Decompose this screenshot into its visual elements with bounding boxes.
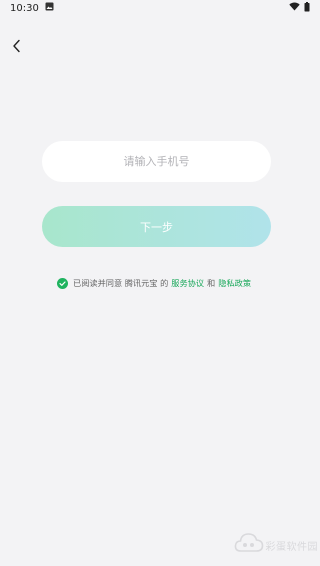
agreement-row: 已阅读并同意 腾讯元宝 的 服务协议 和 隐私政策 (57, 276, 310, 290)
chevron-left-icon (11, 38, 23, 57)
phone-input-container (42, 140, 271, 183)
privacy-policy-link[interactable]: 隐私政策 (218, 277, 251, 289)
agreement-conjunction: 和 (207, 278, 216, 288)
status-right (289, 1, 310, 15)
battery-icon (304, 1, 310, 15)
watermark: 彩蛋软件园 (208, 528, 318, 562)
status-bar: 10:30 (0, 0, 320, 16)
service-agreement-link[interactable]: 服务协议 (171, 277, 204, 289)
phone-input[interactable] (42, 140, 271, 183)
status-time: 10:30 (10, 2, 39, 14)
next-button[interactable]: 下一步 (42, 206, 271, 247)
status-left: 10:30 (10, 2, 54, 14)
image-icon (45, 2, 54, 14)
back-button[interactable] (6, 36, 28, 58)
watermark-text: 彩蛋软件园 (265, 541, 318, 553)
cloud-logo-icon (234, 531, 264, 559)
next-button-label: 下一步 (140, 220, 173, 234)
agreement-prefix: 已阅读并同意 腾讯元宝 的 (73, 278, 169, 288)
check-circle-icon[interactable] (57, 277, 68, 289)
wifi-icon (289, 2, 300, 14)
